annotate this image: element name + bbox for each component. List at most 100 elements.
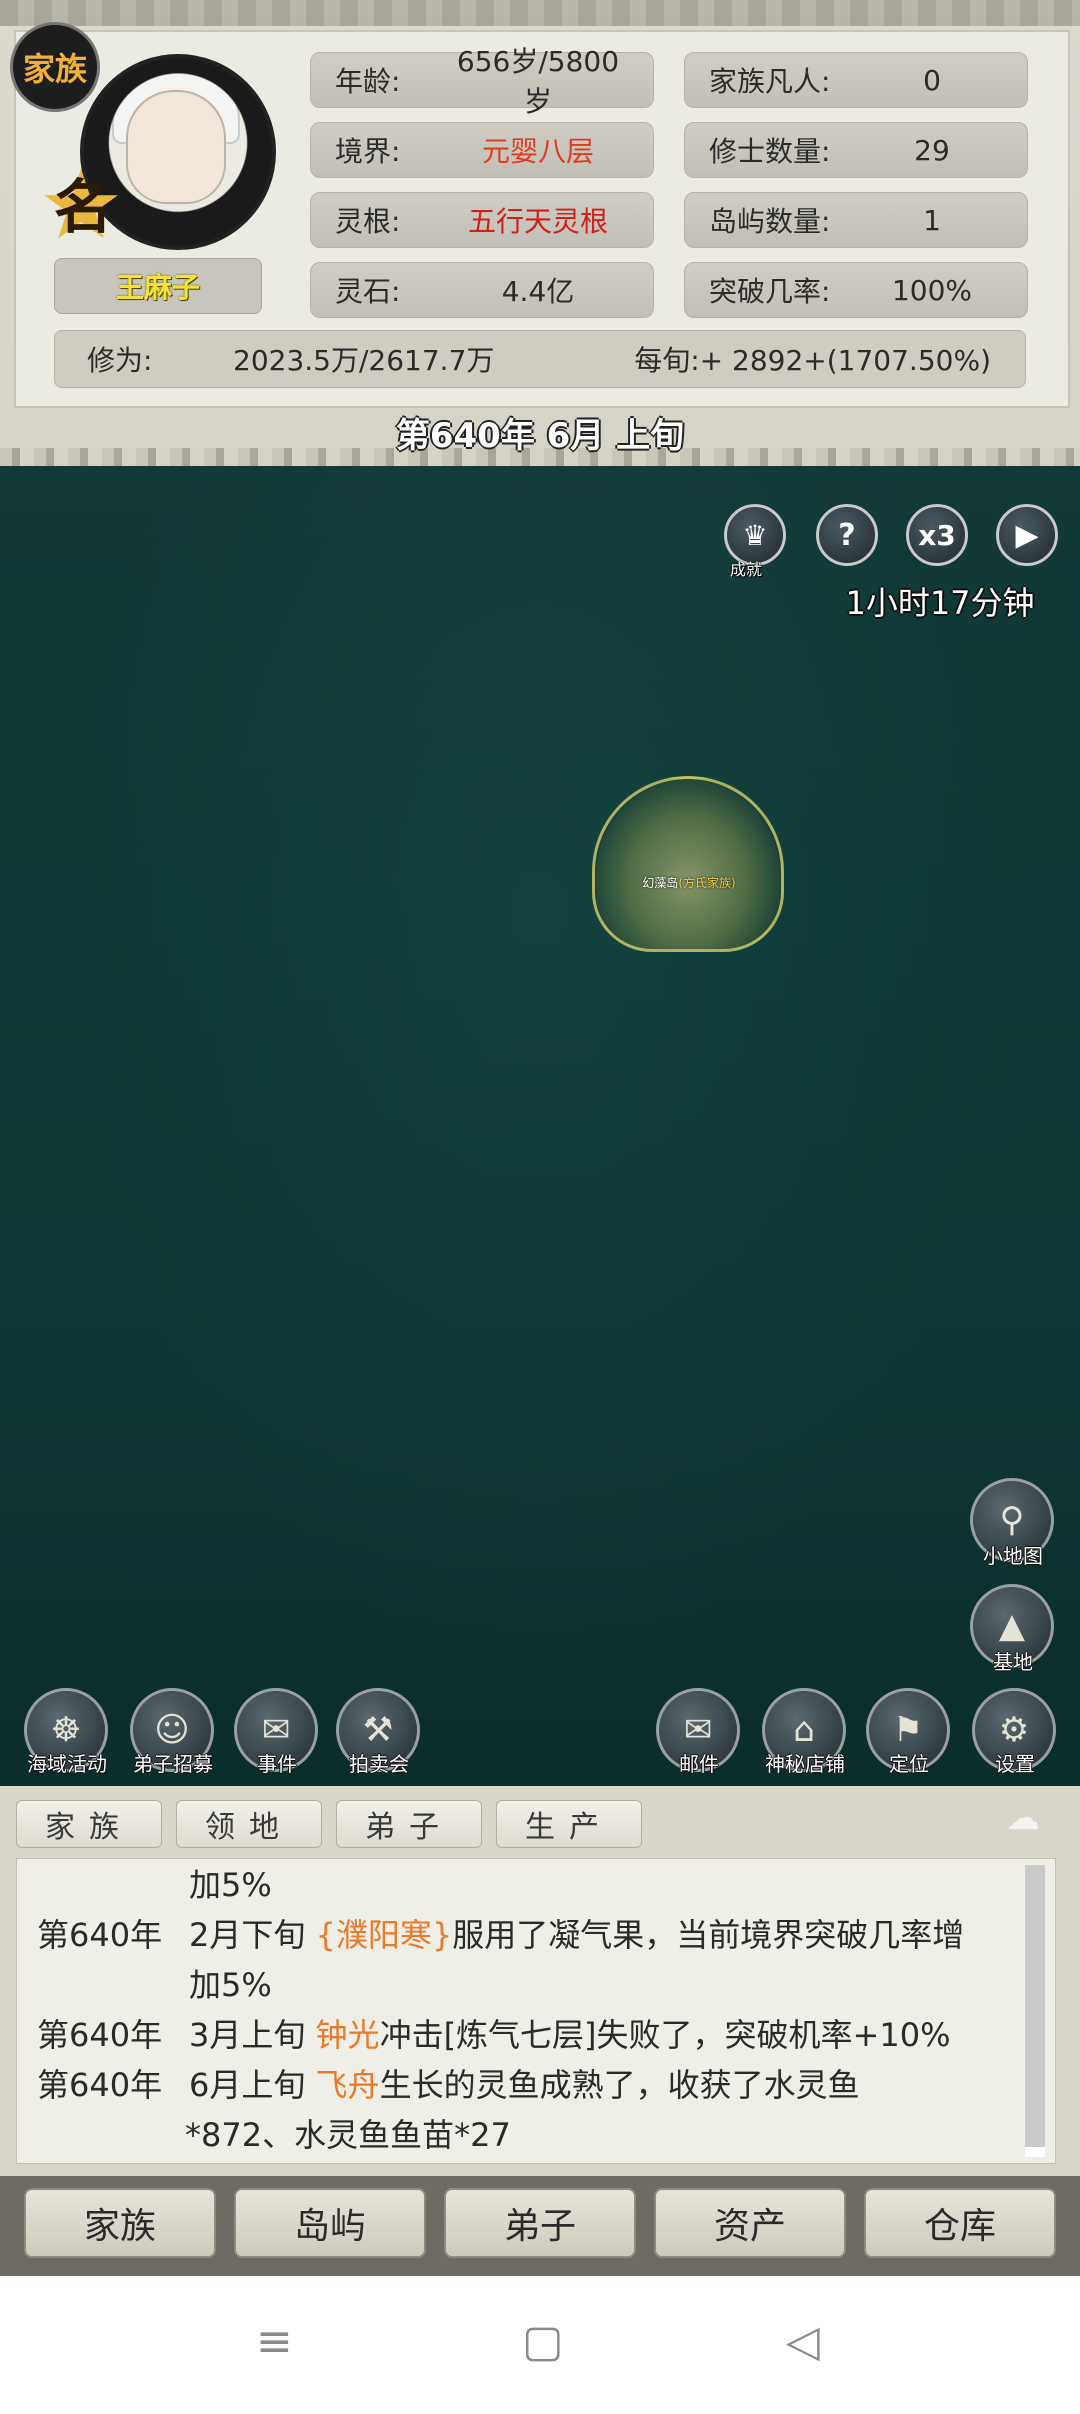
stat-label: 家族凡人: xyxy=(709,65,831,98)
stat-label: 突破几率: xyxy=(709,275,831,308)
log-post: 冲击[炼气七层]失败了，突破机率+10% xyxy=(379,2016,951,2054)
avatar-face xyxy=(126,90,226,204)
log-pre: *872、水灵鱼鱼苗*27 xyxy=(185,2116,511,2154)
trophy-icon: ♛ xyxy=(742,518,768,552)
stat-value: 656岁/5800岁 xyxy=(456,45,620,118)
tab-production[interactable]: 生产 xyxy=(496,1800,642,1848)
island-clan: (方氏家族) xyxy=(678,876,736,890)
timer: 1小时17分钟 xyxy=(845,584,1035,622)
scroll-icon: ✉ xyxy=(261,1710,291,1750)
stat-value: 29 xyxy=(914,133,950,167)
stat-label: 修士数量: xyxy=(709,135,831,168)
question-icon: ? xyxy=(838,517,856,553)
nav-assets-button[interactable]: 资产 xyxy=(654,2188,846,2258)
log-scrollbar-thumb[interactable] xyxy=(1025,2147,1045,2157)
stat-cultivators: 修士数量: 29 xyxy=(684,122,1028,178)
sea-activity-icon: ☸ xyxy=(50,1710,82,1750)
back-icon[interactable]: ◁ xyxy=(786,2316,820,2367)
stat-value: 4.4亿 xyxy=(501,275,575,308)
minimap-label: 小地图 xyxy=(983,1544,1043,1568)
mountain-icon: ▲ xyxy=(998,1606,1026,1646)
player-name: 王麻子 xyxy=(54,258,262,314)
gear-icon: ⚙ xyxy=(998,1710,1030,1750)
stat-value: 五行天灵根 xyxy=(467,205,608,238)
log-text: *872、水灵鱼鱼苗*27 xyxy=(185,2111,511,2159)
log-year: 第640年 xyxy=(37,1916,163,1954)
stat-value: 元婴八层 xyxy=(481,135,594,168)
recruit-icon: ☺ xyxy=(154,1710,190,1750)
event-log[interactable]: 加5% 第640年 2月下旬 {濮阳寒}服用了凝气果，当前境界突破几率增 加5%… xyxy=(16,1858,1056,2164)
log-pre: 6月上旬 xyxy=(189,2066,316,2104)
log-pre: 3月上旬 xyxy=(189,2016,316,2054)
base-label: 基地 xyxy=(993,1650,1033,1674)
nav-warehouse-button[interactable]: 仓库 xyxy=(864,2188,1056,2258)
log-line: *872、水灵鱼鱼苗*27 xyxy=(17,2111,1017,2159)
tab-territory[interactable]: 领地 xyxy=(176,1800,322,1848)
name-badge-char: 名 xyxy=(53,173,112,241)
player-info-panel: 家族 ★ 名 王麻子 年龄: 656岁/5800岁 境界: 元婴八层 灵根: 五… xyxy=(0,0,1080,460)
cultivation-rate: 每旬:+ 2892+(1707.50%) xyxy=(634,344,991,377)
cultivation-bar: 修为: 2023.5万/2617.7万 每旬:+ 2892+(1707.50%) xyxy=(54,330,1026,388)
home-icon[interactable]: ▢ xyxy=(522,2316,564,2367)
log-scrollbar[interactable] xyxy=(1025,1865,1045,2157)
log-text: 3月上旬 钟光冲击[炼气七层]失败了，突破机率+10% xyxy=(189,2011,950,2059)
menu-icon[interactable]: ≡ xyxy=(256,2316,293,2367)
island-label[interactable]: 幻藻岛(方氏家族) xyxy=(624,874,754,891)
sea-map[interactable] xyxy=(0,440,1080,1790)
log-line: 加5% xyxy=(17,1861,1017,1909)
tab-disciples[interactable]: 弟子 xyxy=(336,1800,482,1848)
log-year: 第640年 xyxy=(37,2016,163,2054)
speed-button[interactable]: x3 xyxy=(906,504,968,566)
cultivation-value: 2023.5万/2617.7万 xyxy=(233,344,495,377)
stat-label: 灵根: xyxy=(335,205,401,238)
stat-label: 灵石: xyxy=(335,275,401,308)
gavel-icon: ⚒ xyxy=(362,1710,394,1750)
log-line: 第640年 3月上旬 钟光冲击[炼气七层]失败了，突破机率+10% xyxy=(17,2011,1017,2059)
island-name: 幻藻岛 xyxy=(642,876,679,890)
log-line: 第640年 2月下旬 {濮阳寒}服用了凝气果，当前境界突破几率增 xyxy=(17,1911,1017,1959)
stat-realm: 境界: 元婴八层 xyxy=(310,122,654,178)
log-text: 2月下旬 {濮阳寒}服用了凝气果，当前境界突破几率增 xyxy=(189,1911,964,1959)
nav-clan-button[interactable]: 家族 xyxy=(24,2188,216,2258)
log-name: 飞舟 xyxy=(315,2066,380,2104)
stat-root: 灵根: 五行天灵根 xyxy=(310,192,654,248)
log-year: 第640年 xyxy=(37,2066,163,2104)
stat-mortals: 家族凡人: 0 xyxy=(684,52,1028,108)
log-pre: 加5% xyxy=(189,1966,272,2004)
cloud-icon[interactable]: ☁ xyxy=(986,1796,1060,1840)
stat-label: 境界: xyxy=(335,135,401,168)
stat-breakthrough: 突破几率: 100% xyxy=(684,262,1028,318)
log-text: 6月上旬 飞舟生长的灵鱼成熟了，收获了水灵鱼 xyxy=(189,2061,860,2109)
stat-islands: 岛屿数量: 1 xyxy=(684,192,1028,248)
log-post: 生长的灵鱼成熟了，收获了水灵鱼 xyxy=(379,2066,860,2104)
stat-value: 100% xyxy=(891,273,973,307)
map-pin-icon: ⚲ xyxy=(999,1500,1025,1540)
nav-island-button[interactable]: 岛屿 xyxy=(234,2188,426,2258)
clan-badge[interactable]: 家族 xyxy=(10,22,100,112)
stat-value: 0 xyxy=(923,63,941,97)
nav-disciple-button[interactable]: 弟子 xyxy=(444,2188,636,2258)
achievement-label: 成就 xyxy=(730,560,763,579)
game-date: 第640年 6月 上旬 xyxy=(395,415,685,456)
flag-icon: ⚑ xyxy=(892,1710,924,1750)
log-name: {濮阳寒} xyxy=(315,1916,453,1954)
action-label: 拍卖会 xyxy=(349,1752,409,1776)
play-button[interactable]: ▶ xyxy=(996,504,1058,566)
log-pre: 2月下旬 xyxy=(189,1916,316,1954)
log-name: 钟光 xyxy=(315,2016,380,2054)
mail-icon: ✉ xyxy=(683,1710,713,1750)
speed-label: x3 xyxy=(918,518,956,552)
action-label: 设置 xyxy=(995,1752,1035,1776)
cultivation-label: 修为: xyxy=(87,344,153,377)
play-icon: ▶ xyxy=(1015,517,1039,553)
stat-age: 年龄: 656岁/5800岁 xyxy=(310,45,654,118)
stat-label: 年龄: xyxy=(335,65,401,98)
stat-label: 岛屿数量: xyxy=(709,205,831,238)
log-line: 加5% xyxy=(17,1961,1017,2009)
log-text: 加5% xyxy=(189,1861,272,1909)
shop-icon: ⌂ xyxy=(793,1710,815,1750)
stat-spirit-stone: 灵石: 4.4亿 xyxy=(310,262,654,318)
help-button[interactable]: ? xyxy=(816,504,878,566)
tab-clan[interactable]: 家族 xyxy=(16,1800,162,1848)
stat-value: 1 xyxy=(923,203,941,237)
